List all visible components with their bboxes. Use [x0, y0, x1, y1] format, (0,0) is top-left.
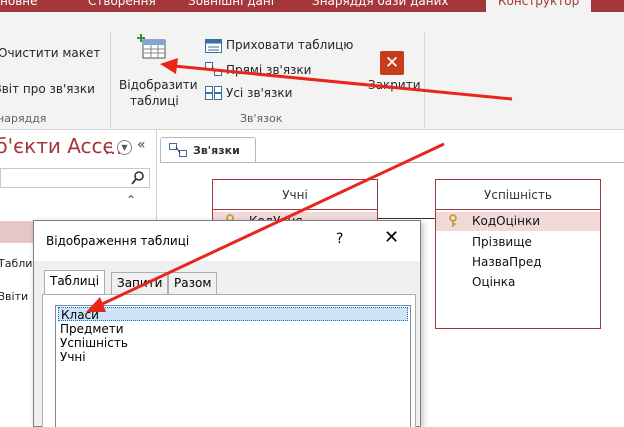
tab-queries[interactable]: Запити	[111, 272, 169, 294]
group-separator	[424, 32, 425, 128]
list-item[interactable]: Успішність	[58, 336, 408, 350]
search-icon[interactable]	[130, 170, 146, 186]
list-item[interactable]: Предмети	[58, 322, 408, 336]
dialog-titlebar[interactable]: Відображення таблиці ? ✕	[34, 221, 420, 261]
field-name: КодОцінки	[472, 214, 540, 228]
group-separator	[110, 32, 111, 128]
relationships-document-tab[interactable]: Зв'язки	[160, 137, 256, 163]
key-icon	[449, 214, 457, 227]
direct-relationships-icon	[205, 62, 222, 76]
access-window: Основне Створення Зовнішні дані Знаряддя…	[0, 0, 624, 427]
dialog-close-button[interactable]: ✕	[384, 227, 399, 248]
list-item[interactable]: Учні	[58, 350, 408, 364]
table-list[interactable]: Класи Предмети Успішність Учні	[55, 305, 411, 427]
relationship-report-button[interactable]: Звіт про зв'язки	[0, 82, 95, 96]
relationships-tab-label: Зв'язки	[193, 144, 240, 157]
collapse-pane-icon[interactable]: «	[137, 137, 146, 153]
direct-relationships-button[interactable]: Прямі зв'язки	[226, 63, 311, 77]
table-students-title: Учні	[213, 180, 377, 210]
table-grades-title: Успішність	[436, 180, 600, 210]
show-table-dialog: Відображення таблиці ? ✕ Таблиці Запити …	[33, 220, 421, 427]
nav-search-input[interactable]	[0, 168, 150, 188]
field-grade[interactable]: Оцінка	[436, 273, 600, 292]
close-button-label[interactable]: Закрити	[368, 78, 421, 92]
close-relationships-icon[interactable]: ✕	[380, 51, 404, 75]
relationships-icon	[169, 143, 187, 157]
nav-dropdown-icon[interactable]: ▼	[117, 140, 132, 155]
tab-external-data[interactable]: Зовнішні дані	[188, 0, 274, 8]
field-grade-key[interactable]: КодОцінки	[436, 212, 600, 231]
help-button[interactable]: ?	[336, 231, 343, 247]
hide-table-icon	[205, 39, 222, 53]
hide-table-button[interactable]: Приховати таблицю	[226, 38, 353, 52]
tab-tables[interactable]: Таблиці	[44, 270, 106, 294]
dialog-title: Відображення таблиці	[46, 234, 190, 248]
list-item[interactable]: Класи	[58, 307, 408, 322]
all-relationships-icon	[205, 86, 222, 100]
tab-both[interactable]: Разом	[168, 272, 218, 294]
ribbon: Очистити макет Звіт про зв'язки Знаряддя…	[0, 12, 624, 130]
show-table-button[interactable]: Відобразити таблиці	[115, 30, 198, 112]
relationships-group-label: Зв'язок	[240, 112, 283, 125]
tab-design[interactable]: Конструктор	[486, 0, 592, 12]
all-relationships-button[interactable]: Усі зв'язки	[226, 86, 292, 100]
field-surname[interactable]: Прізвище	[436, 233, 600, 252]
tab-database-tools[interactable]: Знаряддя бази даних	[312, 0, 449, 8]
nav-title-clip: Усі об'єкти Access	[0, 130, 112, 164]
show-table-label-1: Відобразити	[119, 78, 198, 92]
collapse-group-icon[interactable]: ⌃	[126, 193, 136, 207]
ribbon-tab-bar: Основне Створення Зовнішні дані Знаряддя…	[0, 0, 624, 12]
table-grades[interactable]: Успішність КодОцінки Прізвище НазваПред …	[435, 179, 601, 329]
show-table-label-2: таблиці	[130, 94, 179, 108]
field-subject[interactable]: НазваПред	[436, 253, 600, 272]
tab-create[interactable]: Створення	[88, 0, 156, 8]
nav-item-reports[interactable]: Звіти	[0, 290, 28, 303]
show-table-icon	[137, 34, 166, 59]
tools-group-label: Знаряддя	[0, 112, 47, 125]
clear-layout-button[interactable]: Очистити макет	[0, 46, 100, 60]
nav-title[interactable]: Усі об'єкти Access	[0, 134, 112, 158]
tab-home[interactable]: Основне	[0, 0, 38, 8]
dialog-tab-panel: Класи Предмети Успішність Учні	[42, 294, 416, 427]
relationship-line[interactable]	[378, 218, 435, 219]
